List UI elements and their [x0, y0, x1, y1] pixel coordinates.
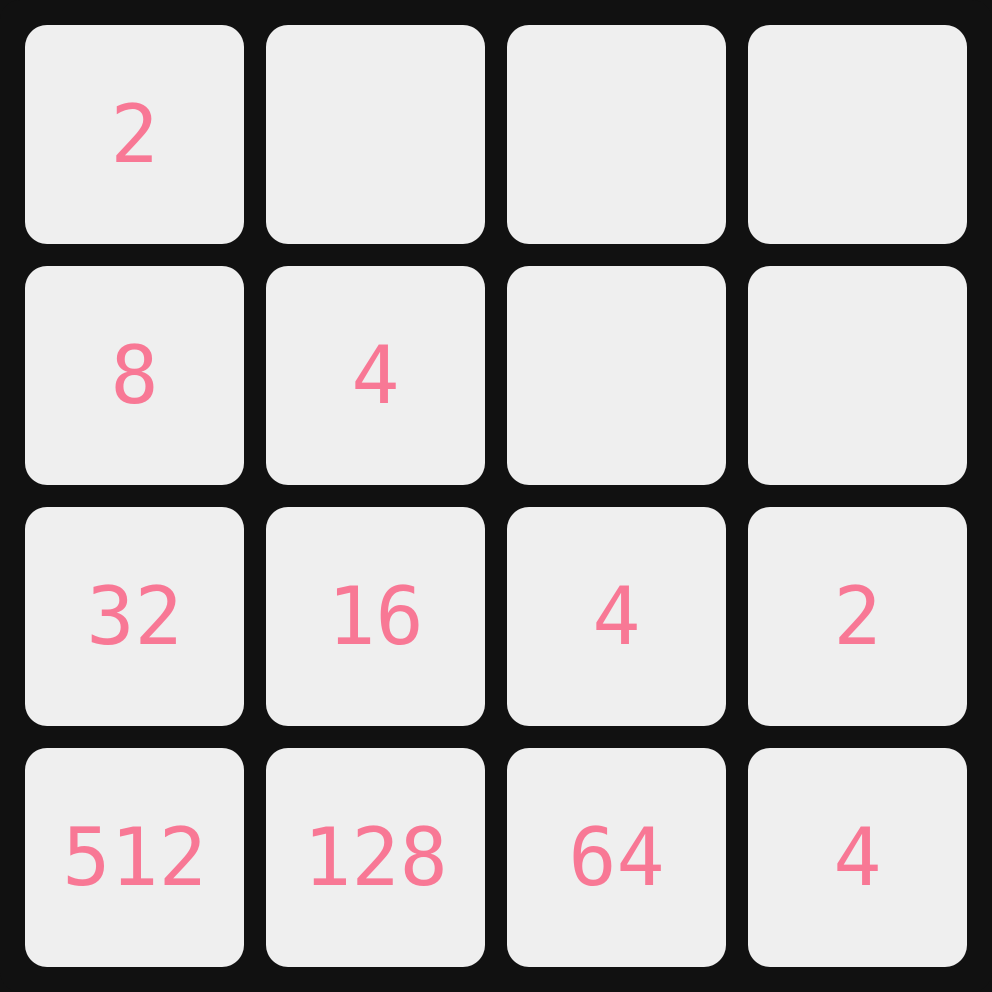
tile: 32: [25, 507, 244, 726]
tile: 2: [748, 507, 967, 726]
tile: 64: [507, 748, 726, 967]
tile: 512: [25, 748, 244, 967]
tile: 4: [266, 266, 485, 485]
tile: 4: [507, 507, 726, 726]
tile: 128: [266, 748, 485, 967]
tile: 4: [748, 748, 967, 967]
tile: [748, 266, 967, 485]
tile: [266, 25, 485, 244]
tile: [748, 25, 967, 244]
tile: [507, 25, 726, 244]
game-board: 2 8 4 32 16 4 2 512 128 64 4: [0, 0, 992, 992]
tile: 2: [25, 25, 244, 244]
tile: 16: [266, 507, 485, 726]
tile: [507, 266, 726, 485]
tile: 8: [25, 266, 244, 485]
